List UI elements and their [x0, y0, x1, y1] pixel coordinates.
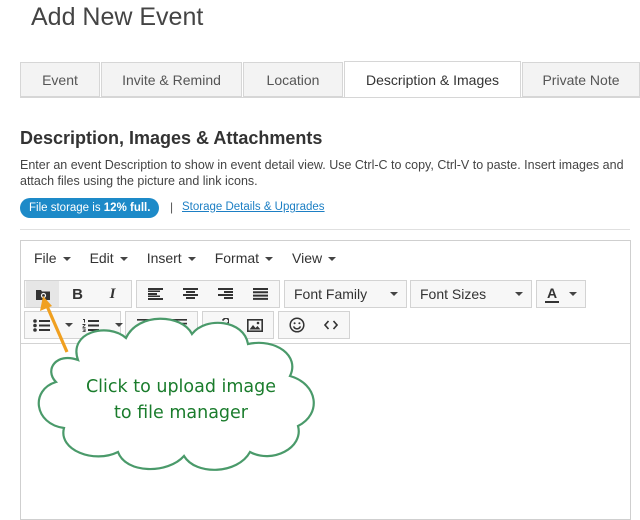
- callout-arrow: [40, 296, 69, 353]
- callout-line-1: Click to upload image: [85, 377, 277, 397]
- callout-text: Click to upload image to file manager: [66, 374, 296, 426]
- callout-line-2: to file manager: [113, 403, 248, 423]
- callout-overlay: [37, 296, 315, 471]
